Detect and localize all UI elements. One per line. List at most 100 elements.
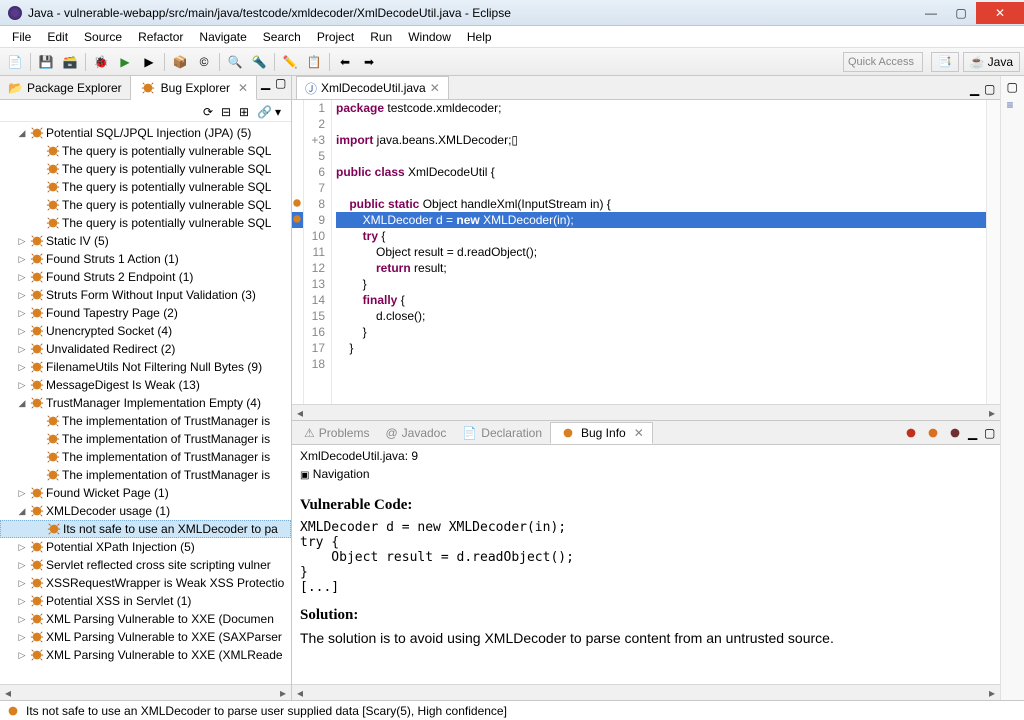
twisty-closed-icon[interactable]: ▷ — [16, 631, 28, 643]
menu-edit[interactable]: Edit — [39, 28, 76, 46]
save-button[interactable]: 💾 — [35, 51, 57, 73]
tree-category[interactable]: ◢XMLDecoder usage (1) — [0, 502, 291, 520]
tree-category[interactable]: ▷FilenameUtils Not Filtering Null Bytes … — [0, 358, 291, 376]
bug-dark-icon[interactable] — [948, 426, 962, 440]
buginfo-navigation[interactable]: ▣ Navigation — [300, 465, 992, 483]
maximize-button[interactable]: ▢ — [946, 2, 976, 24]
twisty-closed-icon[interactable]: ▷ — [16, 559, 28, 571]
annotation-button[interactable]: 📋 — [303, 51, 325, 73]
editor-minimize-icon[interactable]: ▁ — [970, 82, 982, 94]
bug-tree[interactable]: ◢Potential SQL/JPQL Injection (JPA) (5)T… — [0, 122, 291, 684]
tree-category[interactable]: ▷Found Tapestry Page (2) — [0, 304, 291, 322]
bug-red-icon[interactable] — [904, 426, 918, 440]
run-button[interactable]: ▶ — [114, 51, 136, 73]
search-button[interactable]: 🔦 — [248, 51, 270, 73]
twisty-closed-icon[interactable]: ▷ — [16, 487, 28, 499]
minimize-view-icon[interactable]: ▁ — [261, 76, 273, 88]
twisty-closed-icon[interactable]: ▷ — [16, 307, 28, 319]
menu-refactor[interactable]: Refactor — [130, 28, 191, 46]
tree-category[interactable]: ▷XSSRequestWrapper is Weak XSS Protectio — [0, 574, 291, 592]
bottom-minimize-icon[interactable]: ▁ — [968, 426, 980, 438]
open-perspective-button[interactable]: 📑 — [931, 52, 959, 72]
tree-item[interactable]: The implementation of TrustManager is — [0, 412, 291, 430]
editor-tab-xmldecodeutil[interactable]: Ⓙ XmlDecodeUtil.java ✕ — [296, 76, 449, 99]
twisty-closed-icon[interactable]: ▷ — [16, 343, 28, 355]
tab-problems[interactable]: ⚠ Problems — [296, 423, 377, 443]
twisty-closed-icon[interactable]: ▷ — [16, 379, 28, 391]
expand-all-icon[interactable]: ⊞ — [239, 105, 251, 117]
tree-category[interactable]: ▷MessageDigest Is Weak (13) — [0, 376, 291, 394]
tree-category[interactable]: ▷Potential XPath Injection (5) — [0, 538, 291, 556]
menu-project[interactable]: Project — [309, 28, 362, 46]
tree-category[interactable]: ▷Struts Form Without Input Validation (3… — [0, 286, 291, 304]
tree-category[interactable]: ▷XML Parsing Vulnerable to XXE (XMLReade — [0, 646, 291, 664]
twisty-closed-icon[interactable]: ▷ — [16, 613, 28, 625]
tree-item[interactable]: The implementation of TrustManager is — [0, 448, 291, 466]
twisty-closed-icon[interactable]: ▷ — [16, 289, 28, 301]
close-editor-icon[interactable]: ✕ — [430, 81, 440, 95]
tree-category[interactable]: ▷Static IV (5) — [0, 232, 291, 250]
tab-javadoc[interactable]: @ Javadoc — [377, 423, 454, 443]
tab-bug-explorer[interactable]: Bug Explorer ✕ — [131, 76, 257, 100]
forward-button[interactable]: ➡ — [358, 51, 380, 73]
close-buginfo-icon[interactable]: ✕ — [634, 426, 644, 440]
twisty-closed-icon[interactable]: ▷ — [16, 253, 28, 265]
bug-orange-icon[interactable] — [926, 426, 940, 440]
twisty-open-icon[interactable]: ◢ — [16, 397, 28, 409]
collapse-all-icon[interactable]: ⊟ — [221, 105, 233, 117]
tree-category[interactable]: ▷XML Parsing Vulnerable to XXE (Documen — [0, 610, 291, 628]
editor-hscroll[interactable]: ◂▸ — [292, 404, 1000, 420]
maximize-view-icon[interactable]: ▢ — [275, 76, 287, 88]
view-menu-icon[interactable]: ▾ — [275, 105, 287, 117]
tree-category[interactable]: ▷Found Struts 1 Action (1) — [0, 250, 291, 268]
menu-source[interactable]: Source — [76, 28, 130, 46]
menu-file[interactable]: File — [4, 28, 39, 46]
tree-item[interactable]: The query is potentially vulnerable SQL — [0, 196, 291, 214]
tree-item[interactable]: The implementation of TrustManager is — [0, 430, 291, 448]
twisty-open-icon[interactable]: ◢ — [16, 127, 28, 139]
outline-restore-icon[interactable]: ▢ — [1007, 80, 1019, 92]
new-package-button[interactable]: 📦 — [169, 51, 191, 73]
tab-bug-info[interactable]: Bug Info ✕ — [550, 422, 653, 444]
twisty-closed-icon[interactable]: ▷ — [16, 541, 28, 553]
menu-navigate[interactable]: Navigate — [191, 28, 254, 46]
twisty-closed-icon[interactable]: ▷ — [16, 649, 28, 661]
tree-category[interactable]: ▷Servlet reflected cross site scripting … — [0, 556, 291, 574]
new-button[interactable]: 📄 — [4, 51, 26, 73]
run-last-button[interactable]: ▶ — [138, 51, 160, 73]
twisty-closed-icon[interactable]: ▷ — [16, 361, 28, 373]
menu-search[interactable]: Search — [255, 28, 309, 46]
overview-ruler[interactable] — [986, 100, 1000, 404]
buginfo-hscroll[interactable]: ◂▸ — [292, 684, 1000, 700]
tree-category[interactable]: ▷Unencrypted Socket (4) — [0, 322, 291, 340]
tree-category[interactable]: ▷Found Struts 2 Endpoint (1) — [0, 268, 291, 286]
toggle-mark-button[interactable]: ✏️ — [279, 51, 301, 73]
tree-category[interactable]: ▷XML Parsing Vulnerable to XXE (SAXParse… — [0, 628, 291, 646]
tree-hscroll[interactable]: ◂▸ — [0, 684, 291, 700]
menu-help[interactable]: Help — [459, 28, 500, 46]
java-perspective-button[interactable]: ☕Java — [963, 52, 1020, 72]
twisty-closed-icon[interactable]: ▷ — [16, 325, 28, 337]
twisty-closed-icon[interactable]: ▷ — [16, 577, 28, 589]
tree-item[interactable]: The query is potentially vulnerable SQL — [0, 214, 291, 232]
bottom-maximize-icon[interactable]: ▢ — [984, 426, 996, 438]
minimize-button[interactable]: — — [916, 2, 946, 24]
editor-maximize-icon[interactable]: ▢ — [984, 82, 996, 94]
tree-category[interactable]: ▷Potential XSS in Servlet (1) — [0, 592, 291, 610]
tree-category[interactable]: ▷Found Wicket Page (1) — [0, 484, 291, 502]
tree-category[interactable]: ◢Potential SQL/JPQL Injection (JPA) (5) — [0, 124, 291, 142]
open-type-button[interactable]: 🔍 — [224, 51, 246, 73]
link-icon[interactable]: 🔗 — [257, 105, 269, 117]
twisty-closed-icon[interactable]: ▷ — [16, 235, 28, 247]
tree-category[interactable]: ◢TrustManager Implementation Empty (4) — [0, 394, 291, 412]
tab-package-explorer[interactable]: 📂 Package Explorer — [0, 76, 131, 99]
new-class-button[interactable]: © — [193, 51, 215, 73]
save-all-button[interactable]: 🗃️ — [59, 51, 81, 73]
tree-item[interactable]: The query is potentially vulnerable SQL — [0, 160, 291, 178]
outline-icon[interactable]: ≡ — [1007, 98, 1019, 110]
tab-declaration[interactable]: 📄 Declaration — [454, 423, 550, 443]
close-button[interactable]: ✕ — [976, 2, 1024, 24]
menu-run[interactable]: Run — [362, 28, 400, 46]
menu-window[interactable]: Window — [400, 28, 459, 46]
tree-item[interactable]: The query is potentially vulnerable SQL — [0, 142, 291, 160]
